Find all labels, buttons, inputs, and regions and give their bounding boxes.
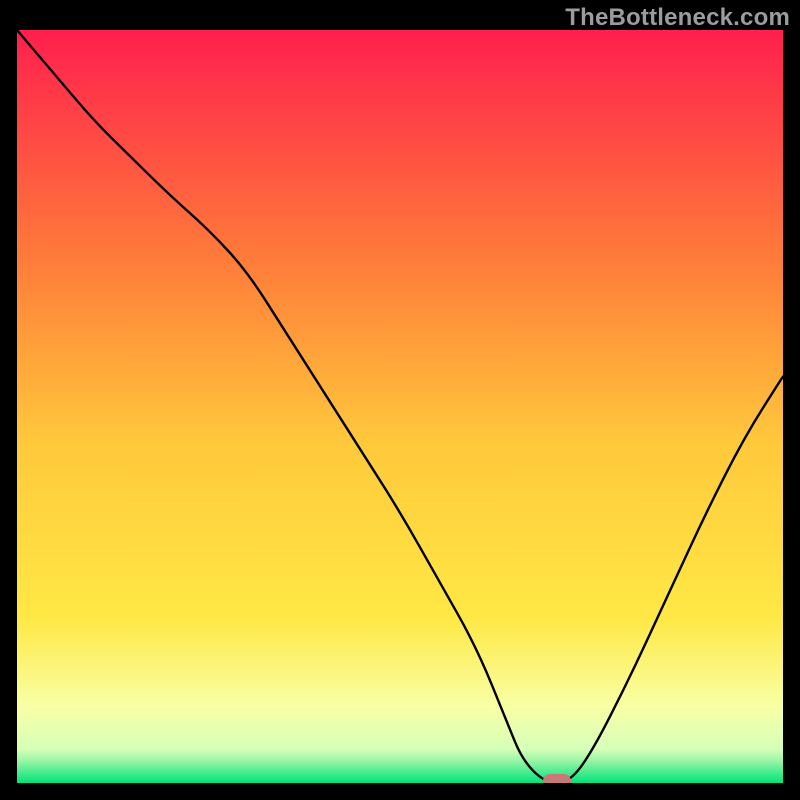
watermark-text: TheBottleneck.com [565,4,790,32]
optimal-marker [543,774,571,783]
gradient-background [17,30,783,783]
chart-plot-area [17,30,783,783]
chart-svg [17,30,783,783]
chart-frame: TheBottleneck.com [0,0,800,800]
